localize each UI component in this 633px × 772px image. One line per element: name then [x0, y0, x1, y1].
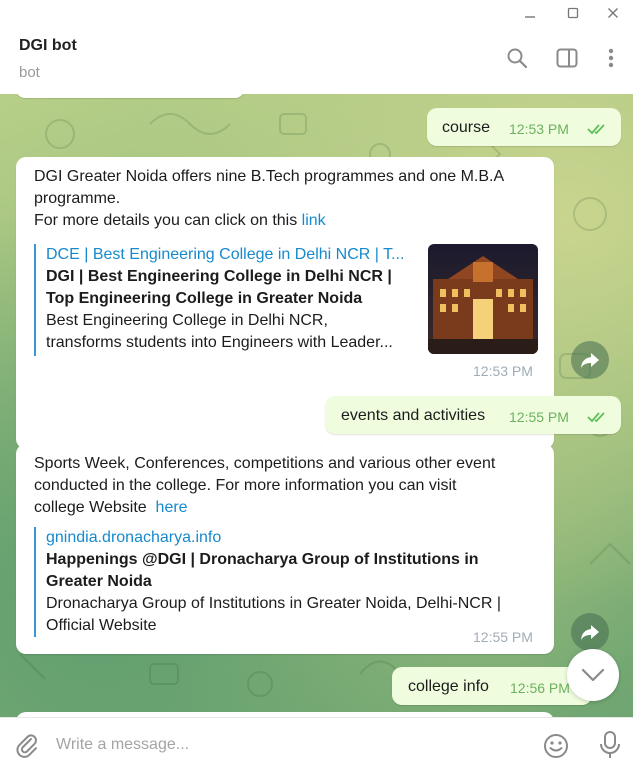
- preview-title: Happenings @DGI | Dronacharya Group of I…: [46, 551, 479, 568]
- outgoing-message[interactable]: college info 12:56 PM: [392, 667, 592, 705]
- message-link[interactable]: here: [156, 499, 188, 516]
- attach-button[interactable]: [14, 732, 40, 758]
- window-titlebar: [0, 0, 633, 26]
- message-text-prefix: For more details you can click on this: [34, 212, 298, 229]
- link-preview[interactable]: gnindia.dronacharya.info Happenings @DGI…: [34, 527, 544, 637]
- share-arrow-icon: [581, 353, 599, 368]
- message-time: 12:55 PM: [509, 409, 569, 425]
- outgoing-message[interactable]: course 12:53 PM: [427, 108, 621, 146]
- share-arrow-icon: [581, 625, 599, 640]
- chat-history[interactable]: course 12:53 PM DGI Greater Noida offers…: [0, 94, 633, 717]
- sidebar-toggle-icon: [556, 48, 578, 68]
- minimize-button[interactable]: [510, 0, 550, 26]
- message-time: 12:56 PM: [510, 680, 570, 696]
- voice-record-button[interactable]: [598, 730, 622, 760]
- outgoing-message[interactable]: events and activities 12:55 PM: [325, 396, 621, 434]
- more-vertical-icon: [608, 48, 614, 68]
- message-text: course: [442, 119, 491, 136]
- message-text-line: college Website here: [34, 497, 544, 519]
- search-button[interactable]: [502, 43, 532, 73]
- close-icon: [608, 8, 618, 18]
- emoji-button[interactable]: [542, 732, 570, 760]
- message-link[interactable]: link: [302, 212, 326, 229]
- message-text-line: programme.: [34, 190, 121, 207]
- maximize-button[interactable]: [553, 0, 593, 26]
- forward-button[interactable]: [571, 341, 609, 379]
- double-check-icon: [587, 412, 605, 423]
- preview-site-name: gnindia.dronacharya.info: [46, 529, 222, 546]
- paperclip-icon: [16, 734, 37, 758]
- preview-title: Top Engineering College in Greater Noida: [46, 290, 363, 307]
- preview-site-name: DCE | Best Engineering College in Delhi …: [46, 246, 405, 263]
- minimize-icon: [525, 16, 535, 18]
- previous-message-bubble: [16, 94, 244, 98]
- preview-description: transforms students into Engineers with …: [46, 334, 393, 351]
- more-menu-button[interactable]: [596, 43, 626, 73]
- incoming-message[interactable]: Sports Week, Conferences, competitions a…: [16, 444, 554, 654]
- microphone-icon: [600, 731, 620, 758]
- forward-button[interactable]: [571, 613, 609, 651]
- chevron-down-icon: [581, 668, 605, 682]
- close-window-button[interactable]: [593, 0, 633, 26]
- preview-title: DGI | Best Engineering College in Delhi …: [46, 268, 392, 285]
- message-text: events and activities: [341, 407, 486, 424]
- message-text-line: For more details you can click on this l…: [34, 210, 539, 232]
- smiley-icon: [544, 734, 568, 758]
- message-text-line: conducted in the college. For more infor…: [34, 477, 457, 494]
- message-time: 12:53 PM: [473, 363, 533, 379]
- preview-title: Greater Noida: [46, 573, 152, 590]
- preview-description: Dronacharya Group of Institutions in Gre…: [46, 595, 502, 612]
- search-icon: [507, 48, 528, 69]
- chat-subtitle: bot: [19, 64, 40, 81]
- message-time: 12:55 PM: [473, 629, 533, 645]
- sidebar-toggle-button[interactable]: [552, 43, 582, 73]
- message-input[interactable]: [54, 718, 518, 772]
- message-text: college info: [408, 678, 489, 695]
- chat-header: DGI bot bot: [0, 26, 633, 95]
- message-time: 12:53 PM: [509, 121, 569, 137]
- maximize-icon: [567, 7, 579, 19]
- message-composer: [0, 717, 633, 772]
- message-text-line: DGI Greater Noida offers nine B.Tech pro…: [34, 168, 505, 185]
- message-text-prefix: college Website: [34, 499, 147, 516]
- preview-description: Best Engineering College in Delhi NCR,: [46, 312, 328, 329]
- scroll-to-bottom-button[interactable]: [567, 649, 619, 701]
- chat-title[interactable]: DGI bot: [19, 37, 77, 55]
- message-text-line: Sports Week, Conferences, competitions a…: [34, 455, 496, 472]
- double-check-icon: [587, 124, 605, 135]
- preview-description: Official Website: [46, 617, 157, 634]
- link-preview[interactable]: DCE | Best Engineering College in Delhi …: [34, 244, 424, 356]
- preview-thumbnail[interactable]: [428, 244, 538, 354]
